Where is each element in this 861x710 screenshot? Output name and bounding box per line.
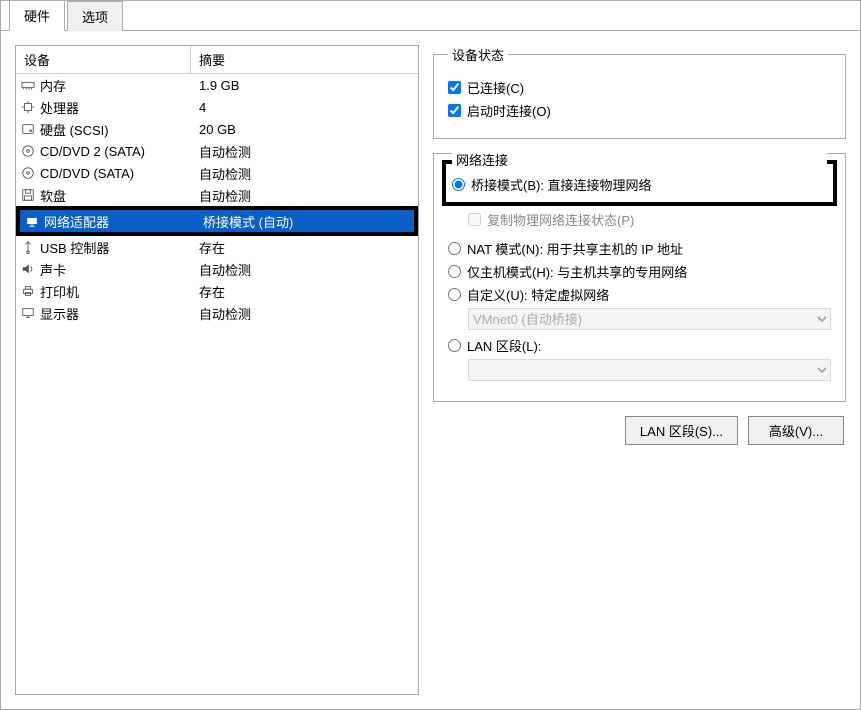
- device-summary: 20 GB: [191, 122, 418, 137]
- device-status-group: 设备状态 已连接(C) 启动时连接(O): [433, 45, 846, 139]
- highlight-box-network: 网络连接 桥接模式(B): 直接连接物理网络: [442, 160, 837, 206]
- device-name: 内存: [40, 76, 66, 95]
- device-row[interactable]: USB 控制器 存在: [16, 236, 418, 258]
- device-row[interactable]: 硬盘 (SCSI) 20 GB: [16, 118, 418, 140]
- lan-segments-button[interactable]: LAN 区段(S)...: [625, 416, 738, 445]
- network-icon: [24, 213, 40, 229]
- device-row[interactable]: 软盘 自动检测: [16, 184, 418, 206]
- device-name: CD/DVD 2 (SATA): [40, 144, 145, 159]
- device-name: USB 控制器: [40, 238, 109, 257]
- list-header: 设备 摘要: [16, 46, 418, 74]
- replicate-checkbox: [468, 213, 481, 226]
- nat-radio[interactable]: [448, 242, 461, 255]
- printer-icon: [20, 283, 36, 299]
- device-summary: 自动检测: [191, 304, 418, 323]
- device-name: 显示器: [40, 304, 79, 323]
- device-summary: 自动检测: [191, 186, 418, 205]
- cpu-icon: [20, 99, 36, 115]
- device-name: 打印机: [40, 282, 79, 301]
- device-name: 声卡: [40, 260, 66, 279]
- device-summary: 存在: [191, 238, 418, 257]
- lanseg-radio[interactable]: [448, 339, 461, 352]
- lanseg-select: [468, 359, 831, 381]
- sound-icon: [20, 261, 36, 277]
- nat-label: NAT 模式(N): 用于共享主机的 IP 地址: [467, 239, 683, 258]
- device-row[interactable]: 声卡 自动检测: [16, 258, 418, 280]
- device-name: 网络适配器: [44, 212, 109, 231]
- device-row[interactable]: 网络适配器 桥接模式 (自动): [20, 210, 414, 232]
- memory-icon: [20, 77, 36, 93]
- tabstrip: 硬件 选项: [1, 1, 860, 31]
- custom-network-select: VMnet0 (自动桥接): [468, 308, 831, 330]
- bridged-label: 桥接模式(B): 直接连接物理网络: [471, 175, 652, 194]
- device-name: 处理器: [40, 98, 79, 117]
- device-row[interactable]: 显示器 自动检测: [16, 302, 418, 324]
- cd-icon: [20, 165, 36, 181]
- device-row[interactable]: 内存 1.9 GB: [16, 74, 418, 96]
- device-summary: 存在: [191, 282, 418, 301]
- bridged-radio[interactable]: [452, 178, 465, 191]
- device-name: CD/DVD (SATA): [40, 166, 134, 181]
- col-header-summary[interactable]: 摘要: [191, 46, 418, 73]
- tab-hardware[interactable]: 硬件: [9, 0, 65, 31]
- device-status-legend: 设备状态: [448, 45, 508, 64]
- replicate-label: 复制物理网络连接状态(P): [487, 210, 634, 229]
- device-summary: 4: [191, 100, 418, 115]
- custom-radio[interactable]: [448, 288, 461, 301]
- device-name: 软盘: [40, 186, 66, 205]
- tab-options[interactable]: 选项: [67, 1, 123, 31]
- device-list: 设备 摘要 内存 1.9 GB 处理器 4 硬盘 (SCSI) 20 GB CD/DVD 2…: [15, 45, 419, 695]
- col-header-device[interactable]: 设备: [16, 46, 191, 73]
- device-summary: 自动检测: [191, 260, 418, 279]
- device-summary: 自动检测: [191, 142, 418, 161]
- device-summary: 桥接模式 (自动): [195, 212, 414, 231]
- device-row[interactable]: 处理器 4: [16, 96, 418, 118]
- custom-label: 自定义(U): 特定虚拟网络: [467, 285, 609, 304]
- usb-icon: [20, 239, 36, 255]
- disk-icon: [20, 121, 36, 137]
- display-icon: [20, 305, 36, 321]
- highlight-box-device: 网络适配器 桥接模式 (自动): [16, 206, 418, 236]
- device-summary: 自动检测: [191, 164, 418, 183]
- advanced-button[interactable]: 高级(V)...: [748, 416, 844, 445]
- device-row[interactable]: CD/DVD (SATA) 自动检测: [16, 162, 418, 184]
- hostonly-radio[interactable]: [448, 265, 461, 278]
- lanseg-label: LAN 区段(L):: [467, 336, 541, 355]
- network-legend: 网络连接: [452, 150, 827, 169]
- cd-icon: [20, 143, 36, 159]
- connect-poweron-checkbox[interactable]: [448, 104, 461, 117]
- device-summary: 1.9 GB: [191, 78, 418, 93]
- connected-checkbox[interactable]: [448, 81, 461, 94]
- device-row[interactable]: 打印机 存在: [16, 280, 418, 302]
- floppy-icon: [20, 187, 36, 203]
- connect-poweron-label: 启动时连接(O): [467, 101, 551, 120]
- device-name: 硬盘 (SCSI): [40, 120, 109, 139]
- connected-label: 已连接(C): [467, 78, 524, 97]
- device-row[interactable]: CD/DVD 2 (SATA) 自动检测: [16, 140, 418, 162]
- network-connection-group: 网络连接 桥接模式(B): 直接连接物理网络 复制物理网络连接状态(P) NAT…: [433, 153, 846, 402]
- hostonly-label: 仅主机模式(H): 与主机共享的专用网络: [467, 262, 687, 281]
